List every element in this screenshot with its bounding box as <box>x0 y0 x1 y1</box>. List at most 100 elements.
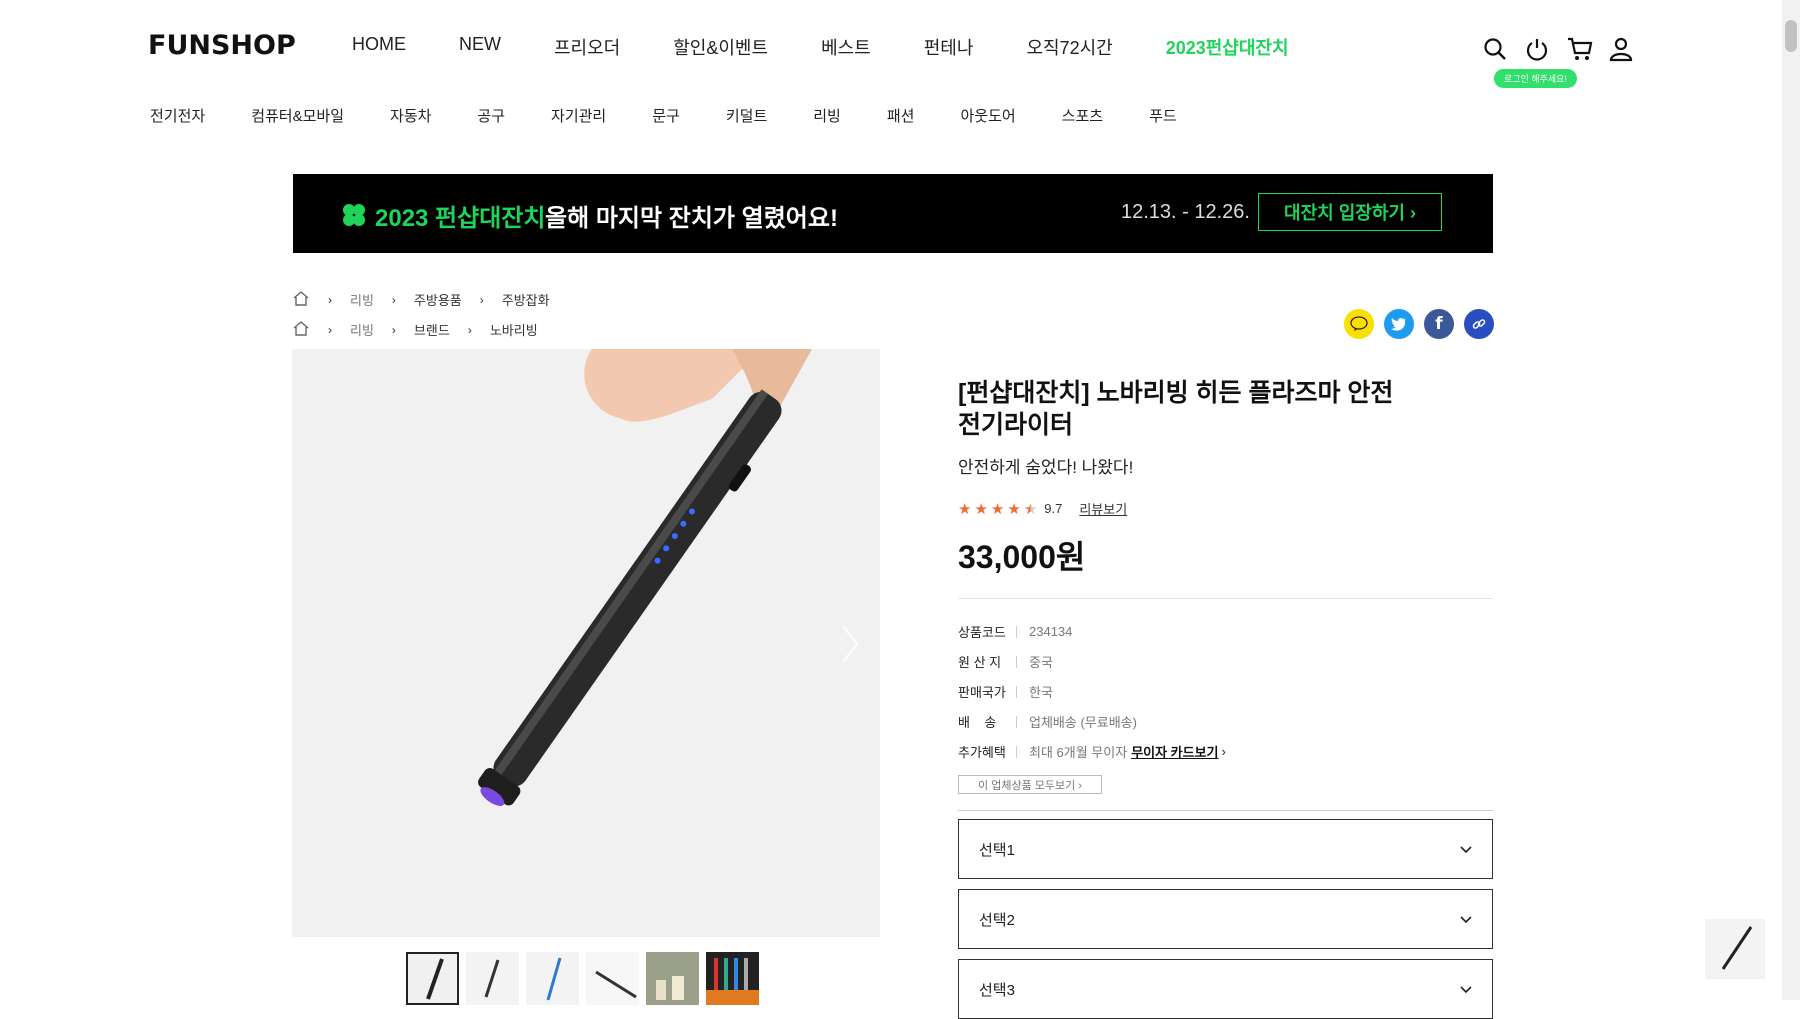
chevron-right-icon: › <box>479 292 484 307</box>
product-image[interactable] <box>292 349 880 937</box>
option-select-3[interactable]: 선택3 <box>958 959 1493 1019</box>
breadcrumb-item[interactable]: 주방용품 <box>414 290 462 309</box>
category-item[interactable]: 컴퓨터&모바일 <box>251 105 344 126</box>
page-scrollbar[interactable] <box>1782 0 1800 1000</box>
product-title: [펀샵대잔치] 노바리빙 히든 플라즈마 안전 전기라이터 <box>958 379 1394 439</box>
info-value: 한국 <box>1029 685 1053 700</box>
breadcrumb: › 리빙 › 브랜드 › 노바리빙 <box>292 320 538 339</box>
breadcrumb-item[interactable]: 브랜드 <box>414 320 450 339</box>
banner-dates: 12.13. - 12.26. <box>1121 201 1250 223</box>
all-seller-products-button[interactable]: 이 업체상품 모두보기 › <box>958 775 1102 794</box>
info-label: 판매국가 <box>958 685 1006 700</box>
category-item[interactable]: 자기관리 <box>551 105 606 126</box>
half-star-icon: ★ <box>1023 500 1038 518</box>
product-thumbnail[interactable] <box>706 952 759 1005</box>
chevron-right-icon: › <box>1221 744 1226 759</box>
category-item[interactable]: 키덜트 <box>726 105 767 126</box>
info-value: 업체배송 (무료배송) <box>1029 715 1137 730</box>
product-thumbnail[interactable] <box>646 952 699 1005</box>
recent-item-thumbnail[interactable] <box>1705 919 1765 979</box>
rating: ★ ★ ★ ★ ★ 9.7 리뷰보기 <box>958 499 1127 518</box>
banner-subtitle: 올해 마지막 잔치가 열렸어요! <box>545 205 838 232</box>
chevron-right-icon: › <box>328 292 332 307</box>
product-thumbnail[interactable] <box>466 952 519 1005</box>
breadcrumb: › 리빙 › 주방용품 › 주방잡화 <box>292 290 550 309</box>
chevron-down-icon <box>1460 841 1472 858</box>
breadcrumb-item[interactable]: 리빙 <box>350 290 374 309</box>
info-value: 최대 6개월 무이자 <box>1029 745 1128 760</box>
search-icon[interactable] <box>1482 36 1508 62</box>
option-label: 선택1 <box>979 841 1015 859</box>
category-item[interactable]: 전기전자 <box>150 105 205 126</box>
cart-icon[interactable] <box>1566 36 1593 62</box>
category-item[interactable]: 자동차 <box>390 105 431 126</box>
product-price: 33,000원 <box>958 539 1086 575</box>
divider <box>958 810 1493 811</box>
nav-best[interactable]: 베스트 <box>821 34 871 60</box>
product-thumbnail[interactable] <box>586 952 639 1005</box>
interest-free-card-link[interactable]: 무이자 카드보기 <box>1131 742 1218 761</box>
nav-72hours[interactable]: 오직72시간 <box>1026 34 1112 60</box>
category-item[interactable]: 문구 <box>652 105 680 126</box>
info-label: 원 산 지 <box>958 655 1002 670</box>
scrollbar-thumb[interactable] <box>1785 20 1797 52</box>
option-select-2[interactable]: 선택2 <box>958 889 1493 949</box>
option-label: 선택2 <box>979 911 1015 929</box>
option-label: 선택3 <box>979 981 1015 999</box>
festival-banner[interactable]: 2023 펀샵대잔치 올해 마지막 잔치가 열렸어요! 12.13. - 12.… <box>293 174 1493 253</box>
category-item[interactable]: 푸드 <box>1149 105 1177 126</box>
category-item[interactable]: 스포츠 <box>1062 105 1103 126</box>
nav-home[interactable]: HOME <box>352 34 406 60</box>
nav-festival[interactable]: 2023펀샵대잔치 <box>1166 34 1289 60</box>
info-value: 중국 <box>1029 655 1053 670</box>
user-icon[interactable] <box>1608 36 1634 62</box>
home-icon[interactable] <box>292 290 310 309</box>
site-logo[interactable]: FUNSHOP <box>148 30 296 61</box>
nav-preorder[interactable]: 프리오더 <box>554 34 620 60</box>
main-nav: HOME NEW 프리오더 할인&이벤트 베스트 펀테나 오직72시간 2023… <box>352 34 1342 60</box>
kakao-share-icon[interactable] <box>1344 309 1374 339</box>
info-row: 원 산 지 중국 <box>958 652 1053 671</box>
breadcrumb-item[interactable]: 노바리빙 <box>490 320 538 339</box>
category-item[interactable]: 리빙 <box>813 105 841 126</box>
product-thumbnail[interactable] <box>406 952 459 1005</box>
facebook-share-icon[interactable]: f <box>1424 309 1454 339</box>
option-select-1[interactable]: 선택1 <box>958 819 1493 879</box>
breadcrumb-item[interactable]: 리빙 <box>350 320 374 339</box>
login-badge[interactable]: 로그인 해주세요! <box>1494 69 1577 88</box>
chevron-down-icon <box>1460 911 1472 928</box>
chevron-right-icon: › <box>391 292 396 307</box>
power-icon[interactable] <box>1524 36 1550 62</box>
star-icon: ★ <box>958 500 972 518</box>
category-item[interactable]: 아웃도어 <box>960 105 1015 126</box>
home-icon[interactable] <box>292 320 310 339</box>
nav-funtenna[interactable]: 펀테나 <box>924 34 974 60</box>
info-row: 상품코드 234134 <box>958 622 1072 641</box>
chevron-right-icon: › <box>467 322 472 337</box>
chevron-right-icon: › <box>391 322 396 337</box>
category-item[interactable]: 패션 <box>887 105 915 126</box>
chevron-right-icon: › <box>328 322 332 337</box>
divider <box>958 598 1493 599</box>
nav-sale-event[interactable]: 할인&이벤트 <box>673 34 768 60</box>
product-thumbnail[interactable] <box>526 952 579 1005</box>
product-subtitle: 안전하게 숨었다! 나왔다! <box>958 458 1134 477</box>
link-share-icon[interactable] <box>1464 309 1494 339</box>
category-nav: 전기전자 컴퓨터&모바일 자동차 공구 자기관리 문구 키덜트 리빙 패션 아웃… <box>150 105 1223 126</box>
next-image-icon[interactable] <box>840 624 860 669</box>
star-icon: ★ <box>1007 500 1021 518</box>
star-icon: ★ <box>990 500 1005 518</box>
chevron-down-icon <box>1460 981 1472 998</box>
clover-icon <box>341 202 367 233</box>
info-label: 추가혜택 <box>958 745 1006 760</box>
banner-title: 2023 펀샵대잔치 <box>375 205 546 232</box>
category-item[interactable]: 공구 <box>477 105 505 126</box>
breadcrumb-item[interactable]: 주방잡화 <box>502 290 550 309</box>
nav-new[interactable]: NEW <box>459 34 501 60</box>
review-link[interactable]: 리뷰보기 <box>1079 499 1127 518</box>
info-row: 판매국가 한국 <box>958 682 1053 701</box>
info-label: 상품코드 <box>958 625 1006 640</box>
star-icon: ★ <box>974 500 988 518</box>
enter-festival-button[interactable]: 대잔치 입장하기 › <box>1258 193 1442 231</box>
twitter-share-icon[interactable] <box>1384 309 1414 339</box>
